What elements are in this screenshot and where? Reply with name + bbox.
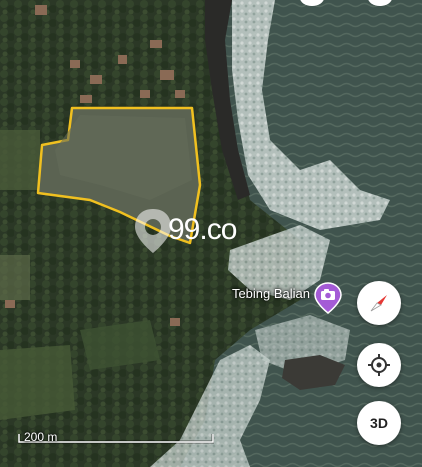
watermark-text: 99.co — [168, 213, 237, 246]
field — [0, 345, 75, 420]
poi-label[interactable]: Tebing Balian — [190, 286, 310, 301]
camera-icon[interactable] — [314, 282, 342, 314]
crosshair-location-icon — [368, 354, 390, 376]
my-location-button[interactable] — [357, 343, 401, 387]
field — [0, 255, 30, 300]
scale-bar-label: 200 m — [24, 430, 58, 444]
toggle-3d-button[interactable]: 3D — [357, 401, 401, 445]
compass-button[interactable] — [357, 281, 401, 325]
compass-icon — [370, 295, 387, 312]
field — [0, 130, 40, 190]
